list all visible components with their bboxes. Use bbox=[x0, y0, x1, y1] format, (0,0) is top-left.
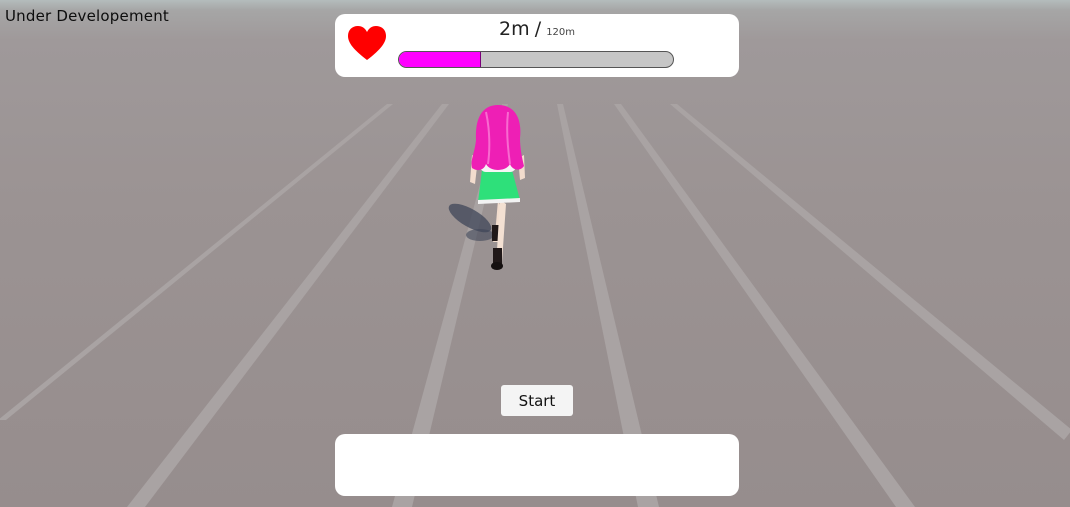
message-panel bbox=[335, 434, 739, 496]
lane-line bbox=[0, 104, 393, 420]
runner-character bbox=[448, 105, 525, 270]
game-scene: Under Developement 2m / 120m Start bbox=[0, 0, 1070, 507]
lane-line bbox=[670, 104, 1070, 440]
distance-separator: / bbox=[534, 18, 542, 40]
distance-readout: 2m / 120m bbox=[335, 18, 739, 40]
distance-progress-bar bbox=[398, 51, 674, 68]
distance-progress-fill bbox=[399, 52, 482, 67]
distance-total: 120m bbox=[546, 27, 576, 38]
dev-status-label: Under Developement bbox=[5, 7, 169, 25]
distance-current: 2m bbox=[498, 18, 530, 40]
start-button[interactable]: Start bbox=[501, 385, 573, 416]
status-panel: 2m / 120m bbox=[335, 14, 739, 77]
